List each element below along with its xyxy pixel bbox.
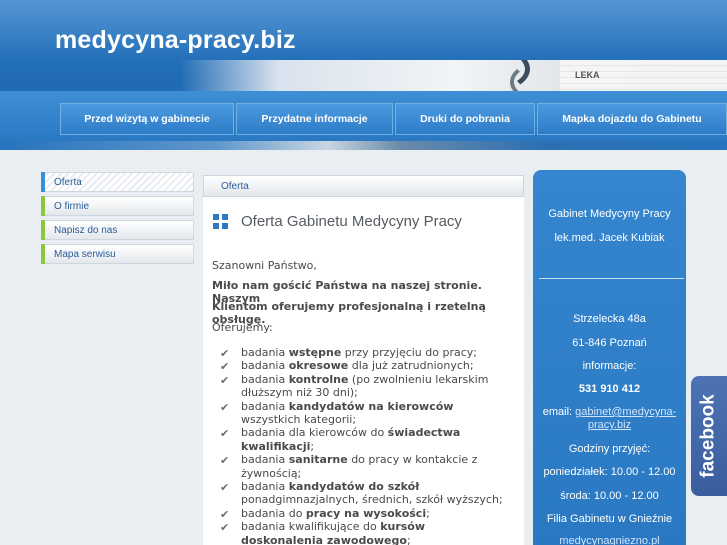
facebook-label: facebook [698, 394, 720, 478]
checkmark-icon: ✔ [220, 360, 230, 374]
branch-label: Filia Gabinetu w Gnieźnie [546, 513, 673, 525]
sidebar-item-label: Napisz do nas [54, 224, 118, 236]
email-link-continued[interactable]: pracy.biz [588, 419, 631, 431]
list-item: ✔ badania do pracy na wysokości; [220, 506, 430, 521]
page-heading: Oferta Gabinetu Medycyny Pracy [213, 213, 462, 230]
main-nav: Przed wizytą w gabinecie Przydatne infor… [60, 103, 727, 135]
contact-panel: Gabinet Medycyny Pracy lek.med. Jacek Ku… [533, 170, 686, 545]
main-content: Oferta Gabinetu Medycyny Pracy Szanowni … [203, 197, 524, 545]
email-link[interactable]: gabinet@medycyna- [575, 406, 676, 418]
checkmark-icon: ✔ [220, 507, 230, 521]
item-marker [41, 244, 45, 264]
checkmark-icon: ✔ [220, 521, 230, 535]
phone-number[interactable]: 531 910 412 [533, 383, 686, 395]
list-item: ✔ badania sanitarne do pracy w kontakcie … [220, 453, 478, 480]
sidebar-item-label: Mapa serwisu [54, 248, 116, 260]
nav-tab-druki-do-pobrania[interactable]: Druki do pobrania [395, 103, 535, 135]
sidebar-item-mapa-serwisu[interactable]: Mapa serwisu [41, 244, 194, 264]
offer-label: Oferujemy: [212, 321, 273, 334]
breadcrumb: Oferta [203, 175, 524, 197]
list-item: ✔ badania kandydatów na kierowców wszystk… [220, 399, 454, 427]
checkmark-icon: ✔ [220, 454, 230, 468]
sidebar-menu: Oferta O firmie Napisz do nas Mapa serwi… [41, 172, 194, 268]
contact-divider [539, 278, 684, 279]
sidebar-item-label: Oferta [54, 176, 82, 188]
active-marker [41, 172, 45, 192]
sidebar-item-o-firmie[interactable]: O firmie [41, 196, 194, 216]
hours-label: Godziny przyjęć: [568, 443, 651, 455]
item-marker [41, 220, 45, 240]
header-photo-strip [0, 141, 727, 150]
nav-tab-mapka-dojazdu[interactable]: Mapka dojazdu do Gabinetu [537, 103, 727, 135]
list-item: ✔ badania dla kierowców do świadectwa kwa… [220, 426, 461, 453]
header-stethoscope-photo: LEKA [180, 60, 727, 91]
list-item: ✔ badania kandydatów do szkół ponadgimnaz… [220, 480, 503, 507]
email-line: email: gabinet@medycyna- pracy.biz [533, 406, 686, 432]
list-item: ✔ badania kwalifikujące do kursów doskona… [220, 520, 426, 545]
site-header: medycyna-pracy.biz LEKA Przed wizytą w g… [0, 0, 727, 150]
facebook-tab[interactable]: facebook [691, 376, 727, 496]
item-marker [41, 196, 45, 216]
greeting-text: Szanowni Państwo, [212, 259, 317, 272]
checkmark-icon: ✔ [220, 347, 230, 360]
page-title: Oferta Gabinetu Medycyny Pracy [241, 213, 462, 230]
address-street: Strzelecka 48a [573, 313, 646, 325]
document-text: LEKA [575, 70, 600, 80]
list-item: ✔ badania kontrolne (po zwolnieniu lekars… [220, 372, 489, 400]
sidebar-item-napisz-do-nas[interactable]: Napisz do nas [41, 220, 194, 240]
email-label: email: [542, 406, 576, 418]
doctor-name: lek.med. Jacek Kubiak [554, 232, 665, 244]
checkmark-icon: ✔ [220, 427, 230, 441]
hours-wednesday: środa: 10.00 - 12.00 [560, 490, 659, 502]
list-item: ✔ badania okresowe dla już zatrudnionych; [220, 359, 474, 374]
checkmark-icon: ✔ [220, 481, 230, 495]
grid-squares-icon [213, 214, 228, 229]
list-item: ✔ badania wstępne przy przyjęciu do pracy… [220, 346, 477, 360]
breadcrumb-item[interactable]: Oferta [221, 181, 249, 192]
hours-monday: poniedziałek: 10.00 - 12.00 [543, 466, 676, 478]
branch-link[interactable]: medycynagniezno.pl [559, 535, 659, 545]
checkmark-icon: ✔ [220, 373, 230, 387]
site-title[interactable]: medycyna-pracy.biz [55, 26, 296, 55]
checkmark-icon: ✔ [220, 400, 230, 414]
info-label: informacje: [582, 360, 637, 372]
branch-link-wrap: medycynagniezno.pl [533, 535, 686, 545]
services-list: ✔ badania wstępne przy przyjęciu do pracy… [220, 346, 510, 545]
nav-tab-przydatne-informacje[interactable]: Przydatne informacje [236, 103, 393, 135]
address-city: 61-846 Poznań [572, 337, 647, 349]
nav-tab-przed-wizyta[interactable]: Przed wizytą w gabinecie [60, 103, 234, 135]
sidebar-item-label: O firmie [54, 200, 89, 212]
sidebar-item-oferta[interactable]: Oferta [41, 172, 194, 192]
clinic-name: Gabinet Medycyny Pracy [548, 208, 671, 220]
